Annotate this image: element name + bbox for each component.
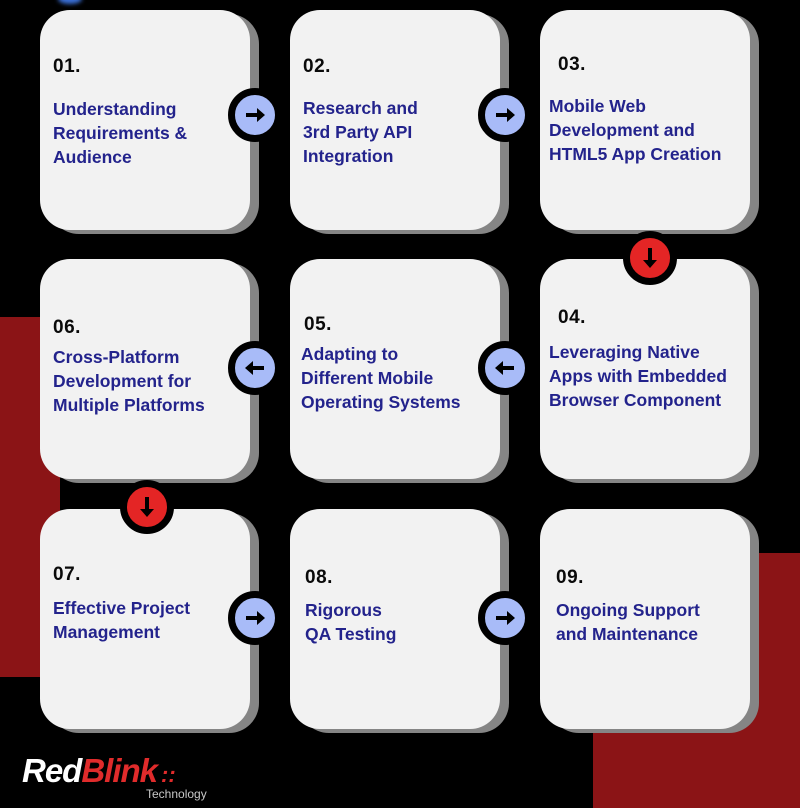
step-card-08: 08. Rigorous QA Testing	[290, 509, 500, 729]
logo-text-blink: Blink	[81, 752, 158, 789]
logo-subtitle: Technology	[146, 787, 207, 801]
arrow-left-icon	[495, 361, 514, 375]
step-card-05: 05. Adapting to Different Mobile Operati…	[290, 259, 500, 479]
connector-07-08	[228, 591, 282, 645]
decorative-glow	[58, 0, 82, 4]
step-title: Understanding Requirements & Audience	[53, 99, 188, 167]
step-title: Effective Project Management	[53, 598, 191, 642]
step-number: 04.	[558, 307, 586, 328]
arrow-right-icon	[246, 108, 265, 122]
step-number: 08.	[305, 567, 333, 588]
step-card-06: 06. Cross-Platform Development for Multi…	[40, 259, 250, 479]
step-card-01: 01. Understanding Requirements & Audienc…	[40, 10, 250, 230]
connector-01-02	[228, 88, 282, 142]
arrow-right-icon	[496, 108, 515, 122]
logo-text-red: Red	[22, 752, 82, 789]
step-title: Leveraging Native Apps with Embedded Bro…	[549, 342, 727, 410]
step-number: 07.	[53, 564, 81, 585]
step-number: 01.	[53, 56, 81, 77]
redblink-logo: RedBlink:: Technology	[22, 752, 207, 801]
step-title: Ongoing Support and Maintenance	[556, 600, 700, 644]
connector-05-06	[228, 341, 282, 395]
step-title: Cross-Platform Development for Multiple …	[53, 347, 205, 415]
arrow-right-icon	[246, 611, 265, 625]
arrow-left-icon	[245, 361, 264, 375]
connector-08-09	[478, 591, 532, 645]
connector-06-07	[120, 480, 174, 534]
step-title: Research and 3rd Party API Integration	[303, 98, 418, 166]
step-number: 06.	[53, 317, 81, 338]
connector-04-05	[478, 341, 532, 395]
step-card-02: 02. Research and 3rd Party API Integrati…	[290, 10, 500, 230]
step-title: Mobile Web Development and HTML5 App Cre…	[549, 96, 722, 164]
arrow-down-icon	[140, 497, 154, 517]
step-number: 03.	[558, 54, 586, 75]
step-number: 02.	[303, 56, 331, 77]
step-card-03: 03. Mobile Web Development and HTML5 App…	[540, 10, 750, 230]
step-number: 09.	[556, 567, 584, 588]
connector-02-03	[478, 88, 532, 142]
step-card-09: 09. Ongoing Support and Maintenance	[540, 509, 750, 729]
step-card-07: 07. Effective Project Management	[40, 509, 250, 729]
arrow-right-icon	[496, 611, 515, 625]
step-number: 05.	[304, 314, 332, 335]
step-title: Adapting to Different Mobile Operating S…	[301, 344, 461, 412]
step-card-04: 04. Leveraging Native Apps with Embedded…	[540, 259, 750, 479]
arrow-down-icon	[643, 248, 657, 268]
step-title: Rigorous QA Testing	[305, 600, 397, 644]
logo-mark-icon: ::	[161, 762, 176, 787]
connector-03-04	[623, 231, 677, 285]
